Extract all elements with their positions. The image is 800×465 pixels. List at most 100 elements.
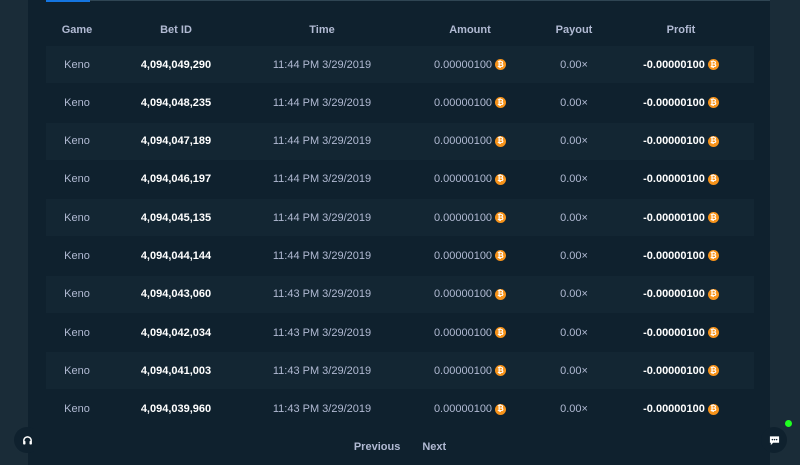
cell-profit: -0.00000100 ₿	[608, 212, 754, 224]
cell-bet-id[interactable]: 4,094,042,034	[108, 327, 244, 339]
header-payout: Payout	[555, 24, 593, 36]
cell-payout: 0.00×	[560, 249, 588, 262]
table-row[interactable]: Keno 4,094,041,003 11:43 PM 3/29/2019 0.…	[46, 352, 754, 390]
chat-icon	[769, 435, 779, 445]
cell-amount: 0.00000100 ₿	[400, 250, 540, 262]
cell-time: 11:43 PM 3/29/2019	[272, 364, 372, 377]
table-row[interactable]: Keno 4,094,047,189 11:44 PM 3/29/2019 0.…	[46, 122, 754, 160]
bitcoin-icon: ₿	[495, 97, 507, 109]
previous-button[interactable]: Previous	[354, 441, 400, 453]
cell-bet-id[interactable]: 4,094,049,290	[108, 59, 244, 71]
amount-value: 0.00000100	[433, 364, 493, 377]
bitcoin-icon: ₿	[707, 97, 719, 109]
cell-game: Keno	[64, 96, 90, 109]
cell-game: Keno	[64, 288, 90, 301]
bitcoin-icon: ₿	[495, 212, 507, 224]
amount-value: 0.00000100	[433, 326, 493, 339]
bitcoin-icon: ₿	[707, 59, 719, 70]
profit-value: -0.00000100	[643, 249, 705, 262]
profit-value: -0.00000100	[643, 326, 705, 339]
table-row[interactable]: Keno 4,094,049,290 11:44 PM 3/29/2019 0.…	[46, 46, 754, 83]
table-row[interactable]: Keno 4,094,048,235 11:44 PM 3/29/2019 0.…	[46, 84, 754, 122]
cell-game: Keno	[64, 403, 90, 416]
cell-time: 11:44 PM 3/29/2019	[272, 96, 372, 109]
cell-amount: 0.00000100 ₿	[400, 59, 540, 71]
cell-payout: 0.00×	[560, 96, 588, 109]
cell-profit: -0.00000100 ₿	[608, 365, 754, 377]
profit-value: -0.00000100	[643, 58, 705, 71]
profit-value: -0.00000100	[643, 288, 705, 301]
bitcoin-icon: ₿	[495, 135, 507, 147]
bitcoin-icon: ₿	[707, 250, 719, 262]
headset-icon	[22, 435, 32, 444]
table-row[interactable]: Keno 4,094,043,060 11:43 PM 3/29/2019 0.…	[46, 275, 754, 313]
cell-payout: 0.00×	[560, 58, 588, 71]
header-game: Game	[61, 24, 93, 36]
table-row[interactable]: Keno 4,094,046,197 11:44 PM 3/29/2019 0.…	[46, 160, 754, 198]
bitcoin-icon: ₿	[707, 288, 719, 300]
cell-profit: -0.00000100 ₿	[608, 59, 754, 71]
bitcoin-icon: ₿	[707, 173, 719, 185]
cell-bet-id[interactable]: 4,094,041,003	[108, 365, 244, 377]
profit-value: -0.00000100	[643, 96, 705, 109]
active-tab-indicator	[46, 0, 90, 2]
cell-bet-id[interactable]: 4,094,044,144	[108, 250, 244, 262]
table-row[interactable]: Keno 4,094,042,034 11:43 PM 3/29/2019 0.…	[46, 314, 754, 352]
cell-time: 11:43 PM 3/29/2019	[272, 288, 372, 301]
next-button[interactable]: Next	[422, 441, 446, 453]
table-body: Keno 4,094,049,290 11:44 PM 3/29/2019 0.…	[46, 46, 754, 428]
cell-amount: 0.00000100 ₿	[400, 288, 540, 300]
amount-value: 0.00000100	[433, 288, 493, 301]
profit-value: -0.00000100	[643, 403, 705, 416]
cell-time: 11:43 PM 3/29/2019	[272, 403, 372, 416]
cell-bet-id[interactable]: 4,094,048,235	[108, 97, 244, 109]
table-header: Game Bet ID Time Amount Payout Profit	[46, 14, 754, 46]
amount-value: 0.00000100	[433, 249, 493, 262]
table-row[interactable]: Keno 4,094,039,960 11:43 PM 3/29/2019 0.…	[46, 390, 754, 428]
cell-profit: -0.00000100 ₿	[608, 327, 754, 339]
cell-bet-id[interactable]: 4,094,045,135	[108, 212, 244, 224]
cell-game: Keno	[64, 211, 90, 224]
cell-amount: 0.00000100 ₿	[400, 97, 540, 109]
bitcoin-icon: ₿	[495, 59, 507, 70]
cell-amount: 0.00000100 ₿	[400, 173, 540, 185]
bitcoin-icon: ₿	[707, 365, 719, 377]
cell-time: 11:43 PM 3/29/2019	[272, 326, 372, 339]
cell-bet-id[interactable]: 4,094,043,060	[108, 288, 244, 300]
cell-bet-id[interactable]: 4,094,039,960	[108, 403, 244, 415]
bitcoin-icon: ₿	[495, 288, 507, 300]
header-amount: Amount	[449, 24, 491, 36]
cell-bet-id[interactable]: 4,094,046,197	[108, 173, 244, 185]
cell-game: Keno	[64, 135, 90, 148]
cell-payout: 0.00×	[560, 288, 588, 301]
amount-value: 0.00000100	[433, 58, 493, 71]
amount-value: 0.00000100	[433, 96, 493, 109]
cell-game: Keno	[64, 58, 90, 71]
bitcoin-icon: ₿	[707, 135, 719, 147]
chat-button[interactable]	[761, 427, 787, 453]
panel-divider	[46, 0, 770, 1]
support-button[interactable]	[14, 427, 40, 453]
bitcoin-icon: ₿	[707, 212, 719, 224]
cell-amount: 0.00000100 ₿	[400, 403, 540, 415]
cell-payout: 0.00×	[560, 135, 588, 148]
cell-game: Keno	[64, 173, 90, 186]
header-time: Time	[309, 24, 335, 36]
online-status-indicator	[785, 420, 792, 427]
table-row[interactable]: Keno 4,094,045,135 11:44 PM 3/29/2019 0.…	[46, 199, 754, 237]
cell-profit: -0.00000100 ₿	[608, 135, 754, 147]
bitcoin-icon: ₿	[707, 403, 719, 415]
cell-bet-id[interactable]: 4,094,047,189	[108, 135, 244, 147]
cell-payout: 0.00×	[560, 364, 588, 377]
cell-profit: -0.00000100 ₿	[608, 288, 754, 300]
table-row[interactable]: Keno 4,094,044,144 11:44 PM 3/29/2019 0.…	[46, 237, 754, 275]
cell-profit: -0.00000100 ₿	[608, 97, 754, 109]
cell-payout: 0.00×	[560, 173, 588, 186]
cell-amount: 0.00000100 ₿	[400, 135, 540, 147]
cell-amount: 0.00000100 ₿	[400, 212, 540, 224]
amount-value: 0.00000100	[433, 403, 493, 416]
cell-profit: -0.00000100 ₿	[608, 173, 754, 185]
cell-game: Keno	[64, 249, 90, 262]
amount-value: 0.00000100	[433, 211, 493, 224]
cell-time: 11:44 PM 3/29/2019	[272, 211, 372, 224]
